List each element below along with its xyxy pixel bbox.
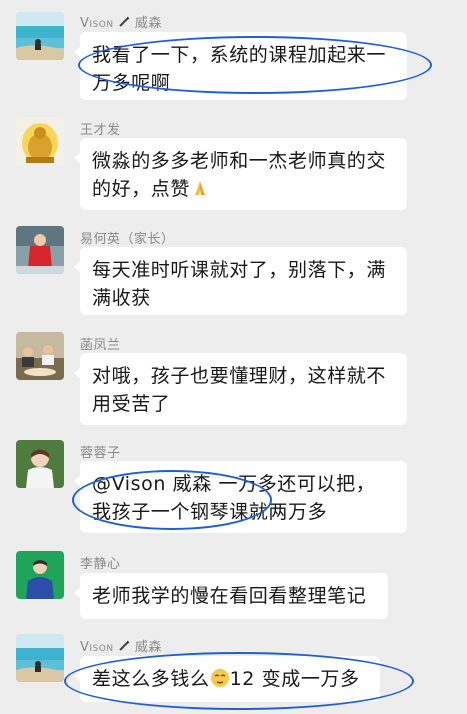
relieved-face-emoji (210, 669, 229, 687)
message-text-line: 万多呢啊 (92, 72, 171, 94)
sender-prefix: Vison (80, 640, 114, 655)
pencil-icon (119, 640, 130, 651)
message-text-line: 我看了一下，系统的课程加起来一 (92, 44, 387, 66)
message-bubble[interactable]: 每天准时听课就对了，别落下，满 满收获 (74, 247, 407, 315)
message-bubble[interactable]: 微淼的多多老师和一杰老师真的交 的好，点赞 (74, 138, 407, 210)
message-text-line: 用受苦了 (92, 393, 171, 415)
message-bubble[interactable]: 差这么多钱么 12 变成一万多 (74, 656, 380, 702)
sender-name: Vison 威森 (80, 636, 162, 655)
sender-suffix: 威森 (134, 16, 162, 31)
avatar[interactable] (16, 634, 64, 682)
message-text-line: 对哦，孩子也要懂理财，这样就不 (92, 365, 387, 387)
message-bubble[interactable]: 我看了一下，系统的课程加起来一 万多呢啊 (74, 32, 407, 100)
message-bubble[interactable]: 老师我学的慢在看回看整理笔记 (74, 573, 388, 619)
message-text: 差这么多钱么 (92, 668, 210, 690)
message-text: 12 变成一万多 (229, 668, 360, 690)
sender-name: 李静心 (80, 557, 121, 572)
sender-name: 易何英（家长） (80, 232, 175, 247)
pencil-icon (119, 16, 130, 27)
praying-hands-emoji (195, 181, 206, 195)
avatar[interactable] (16, 551, 64, 599)
sender-name: 王才发 (80, 123, 121, 138)
message-text-line: 满收获 (92, 287, 151, 309)
sender-name: 蓉蓉子 (80, 446, 121, 461)
sender-prefix: Vison (80, 16, 114, 31)
avatar[interactable] (16, 332, 64, 380)
avatar[interactable] (16, 440, 64, 488)
message-text-line: 差这么多钱么 12 变成一万多 (92, 665, 368, 693)
message-text-line: 我孩子一个钢琴课就两万多 (92, 501, 328, 523)
message-text: 的好，点赞 (92, 178, 191, 200)
avatar[interactable] (16, 117, 64, 165)
sender-suffix: 威森 (134, 640, 162, 655)
avatar[interactable] (16, 12, 64, 60)
message-text-line: @Vison 威森 一万多还可以把， (92, 473, 376, 495)
message-text-line: 每天准时听课就对了，别落下，满 (92, 259, 387, 281)
message-text: 老师我学的慢在看回看整理笔记 (92, 585, 367, 607)
message-bubble[interactable]: @Vison 威森 一万多还可以把， 我孩子一个钢琴课就两万多 (74, 461, 407, 533)
message-text-line: 微淼的多多老师和一杰老师真的交 (92, 150, 387, 172)
message-text-line: 的好，点赞 (92, 175, 395, 203)
sender-name: Vison 威森 (80, 12, 162, 31)
sender-name: 菡凤兰 (80, 338, 121, 353)
avatar[interactable] (16, 226, 64, 274)
message-bubble[interactable]: 对哦，孩子也要懂理财，这样就不 用受苦了 (74, 353, 407, 425)
